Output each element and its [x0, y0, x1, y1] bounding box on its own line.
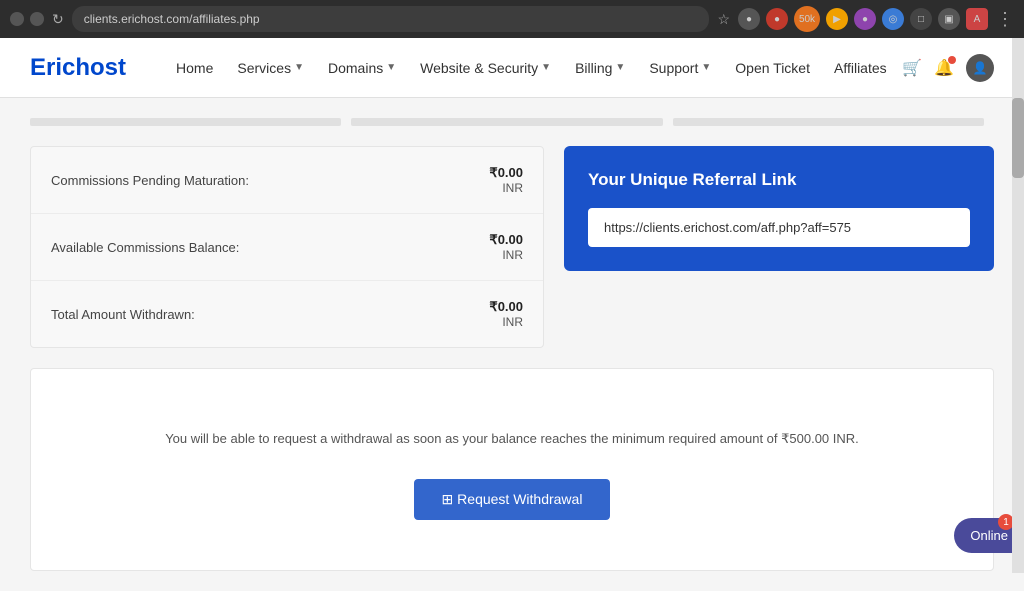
url-text: clients.erichost.com/affiliates.php	[84, 12, 260, 26]
browser-extension-icons: ● ● 50k ▶ ● ◎ □ ▣ A	[738, 6, 988, 32]
commission-balance-amount: ₹0.00	[489, 232, 523, 248]
refresh-button[interactable]: ↻	[52, 11, 64, 28]
referral-panel: Your Unique Referral Link https://client…	[564, 146, 994, 271]
nav-services[interactable]: Services ▼	[227, 52, 314, 84]
ext-icon-6[interactable]: ◎	[882, 8, 904, 30]
commission-balance-label: Available Commissions Balance:	[51, 240, 239, 255]
commission-withdrawn-value: ₹0.00 INR	[489, 299, 523, 329]
ext-icon-5[interactable]: ●	[854, 8, 876, 30]
services-arrow-icon: ▼	[294, 62, 304, 73]
main-navbar: Erichost Home Services ▼ Domains ▼ Websi…	[0, 38, 1024, 98]
nav-support[interactable]: Support ▼	[639, 52, 721, 84]
ext-icon-4[interactable]: ▶	[826, 8, 848, 30]
nav-billing[interactable]: Billing ▼	[565, 52, 635, 84]
commission-pending-amount: ₹0.00	[489, 165, 523, 181]
ext-icon-3[interactable]: 50k	[794, 6, 820, 32]
ext-icon-9[interactable]: A	[966, 8, 988, 30]
nav-website-security[interactable]: Website & Security ▼	[410, 52, 561, 84]
commissions-panel: Commissions Pending Maturation: ₹0.00 IN…	[30, 146, 544, 348]
ext-icon-7[interactable]: □	[910, 8, 932, 30]
top-card-2	[351, 118, 662, 126]
commission-pending-label: Commissions Pending Maturation:	[51, 173, 249, 188]
scrollbar[interactable]	[1012, 38, 1024, 573]
top-card-3	[673, 118, 984, 126]
cart-icon-button[interactable]: 🛒	[902, 58, 922, 78]
commission-balance-currency: INR	[489, 248, 523, 262]
commission-withdrawn-amount: ₹0.00	[489, 299, 523, 315]
domains-arrow-icon: ▼	[386, 62, 396, 73]
scrollbar-thumb[interactable]	[1012, 98, 1024, 178]
request-withdrawal-button[interactable]: ⊞ Request Withdrawal	[414, 479, 611, 520]
ext-icon-8[interactable]: ▣	[938, 8, 960, 30]
nav-domains[interactable]: Domains ▼	[318, 52, 406, 84]
website-security-arrow-icon: ▼	[541, 62, 551, 73]
commission-balance-value: ₹0.00 INR	[489, 232, 523, 262]
nav-open-ticket[interactable]: Open Ticket	[725, 52, 820, 84]
nav-affiliates[interactable]: Affiliates	[824, 52, 897, 84]
address-bar[interactable]: clients.erichost.com/affiliates.php	[72, 6, 710, 32]
browser-chrome: ↻ clients.erichost.com/affiliates.php ☆ …	[0, 0, 1024, 38]
ext-icon-2[interactable]: ●	[766, 8, 788, 30]
referral-link-box[interactable]: https://clients.erichost.com/aff.php?aff…	[588, 208, 970, 247]
online-chat-label: Online	[970, 528, 1008, 543]
commission-withdrawn-currency: INR	[489, 315, 523, 329]
commission-balance-row: Available Commissions Balance: ₹0.00 INR	[31, 214, 543, 281]
commission-withdrawn-row: Total Amount Withdrawn: ₹0.00 INR	[31, 281, 543, 347]
nav-links: Home Services ▼ Domains ▼ Website & Secu…	[166, 52, 902, 84]
nav-right-icons: 🛒 🔔 👤	[902, 54, 994, 82]
commission-pending-row: Commissions Pending Maturation: ₹0.00 IN…	[31, 147, 543, 214]
commission-pending-value: ₹0.00 INR	[489, 165, 523, 195]
support-arrow-icon: ▼	[701, 62, 711, 73]
site-logo[interactable]: Erichost	[30, 54, 126, 82]
main-layout: Commissions Pending Maturation: ₹0.00 IN…	[30, 146, 994, 348]
nav-home[interactable]: Home	[166, 52, 223, 84]
main-content: Commissions Pending Maturation: ₹0.00 IN…	[0, 98, 1024, 591]
withdrawal-info-text: You will be able to request a withdrawal…	[51, 429, 973, 449]
billing-arrow-icon: ▼	[615, 62, 625, 73]
browser-minimize[interactable]	[10, 12, 24, 26]
top-card-bars	[30, 118, 994, 126]
browser-window-controls	[10, 12, 44, 26]
bookmark-icon[interactable]: ☆	[717, 11, 730, 28]
notification-icon-button[interactable]: 🔔	[934, 58, 954, 78]
browser-maximize[interactable]	[30, 12, 44, 26]
notification-dot	[948, 56, 956, 64]
commission-withdrawn-label: Total Amount Withdrawn:	[51, 307, 195, 322]
referral-title: Your Unique Referral Link	[588, 170, 970, 190]
commission-pending-currency: INR	[489, 181, 523, 195]
ext-icon-1[interactable]: ●	[738, 8, 760, 30]
user-avatar-button[interactable]: 👤	[966, 54, 994, 82]
top-card-1	[30, 118, 341, 126]
browser-menu-icon[interactable]: ⋮	[996, 9, 1014, 30]
withdrawal-section: You will be able to request a withdrawal…	[30, 368, 994, 571]
